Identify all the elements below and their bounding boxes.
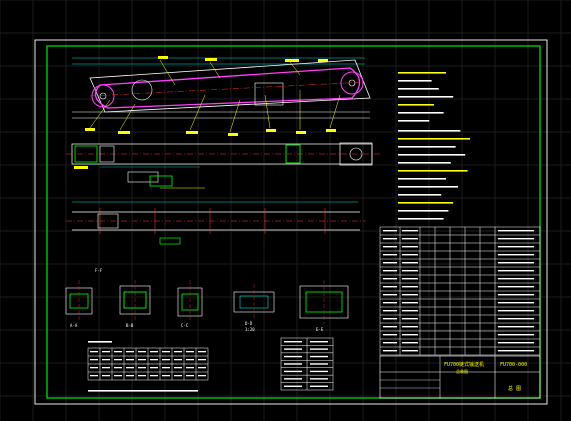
note-line <box>398 194 442 196</box>
note-line <box>398 154 466 156</box>
title-cell-main: FU700链式输送机 <box>444 361 484 368</box>
note-line <box>398 162 451 164</box>
note-line <box>398 218 444 220</box>
note-line <box>398 88 439 90</box>
section-e-e: E-E <box>299 280 349 332</box>
section-d-label: D-D <box>245 321 253 326</box>
note-line <box>398 202 454 204</box>
technical-notes <box>398 72 470 220</box>
title-cell-sub: 总装图 <box>456 368 468 374</box>
section-a-label: A-A <box>70 323 78 328</box>
note-line <box>398 72 446 74</box>
note-line <box>398 170 468 172</box>
drawing-stage: 总 图 <box>508 385 521 392</box>
note-line <box>398 112 444 114</box>
side-view <box>66 201 366 245</box>
main-elevation-view <box>72 56 371 136</box>
section-a-a: A-A <box>65 280 93 328</box>
note-line <box>398 96 454 98</box>
section-c-label: C-C <box>181 323 189 328</box>
note-line <box>398 104 434 106</box>
background-grid <box>0 0 571 421</box>
note-line <box>398 178 446 180</box>
note-line <box>398 186 458 188</box>
note-line <box>398 146 456 148</box>
note-line <box>398 130 461 132</box>
title-block: FU700链式输送机 总装图 FU700-000 总 图 <box>379 355 541 399</box>
scale-label: 1:20 <box>245 327 255 332</box>
section-b-label: B-B <box>126 323 134 328</box>
section-e-label: E-E <box>316 327 324 332</box>
section-b-b: B-B <box>119 280 151 328</box>
note-line <box>398 210 449 212</box>
drawing-number: FU700-000 <box>500 362 527 368</box>
note-line <box>398 138 470 140</box>
note-line <box>398 80 432 82</box>
parts-list-table <box>379 226 541 356</box>
section-views: A-A B-B C-C D-D E-E F-F 1:20 <box>65 268 349 332</box>
note-line <box>398 120 430 122</box>
spec-table <box>280 337 334 391</box>
cad-drawing-canvas[interactable]: A-A B-B C-C D-D E-E F-F 1:20 FU700链式输送机 … <box>0 0 571 421</box>
section-f-label: F-F <box>95 268 103 273</box>
dimension-table <box>87 341 209 392</box>
section-d-d: D-D <box>233 284 275 326</box>
